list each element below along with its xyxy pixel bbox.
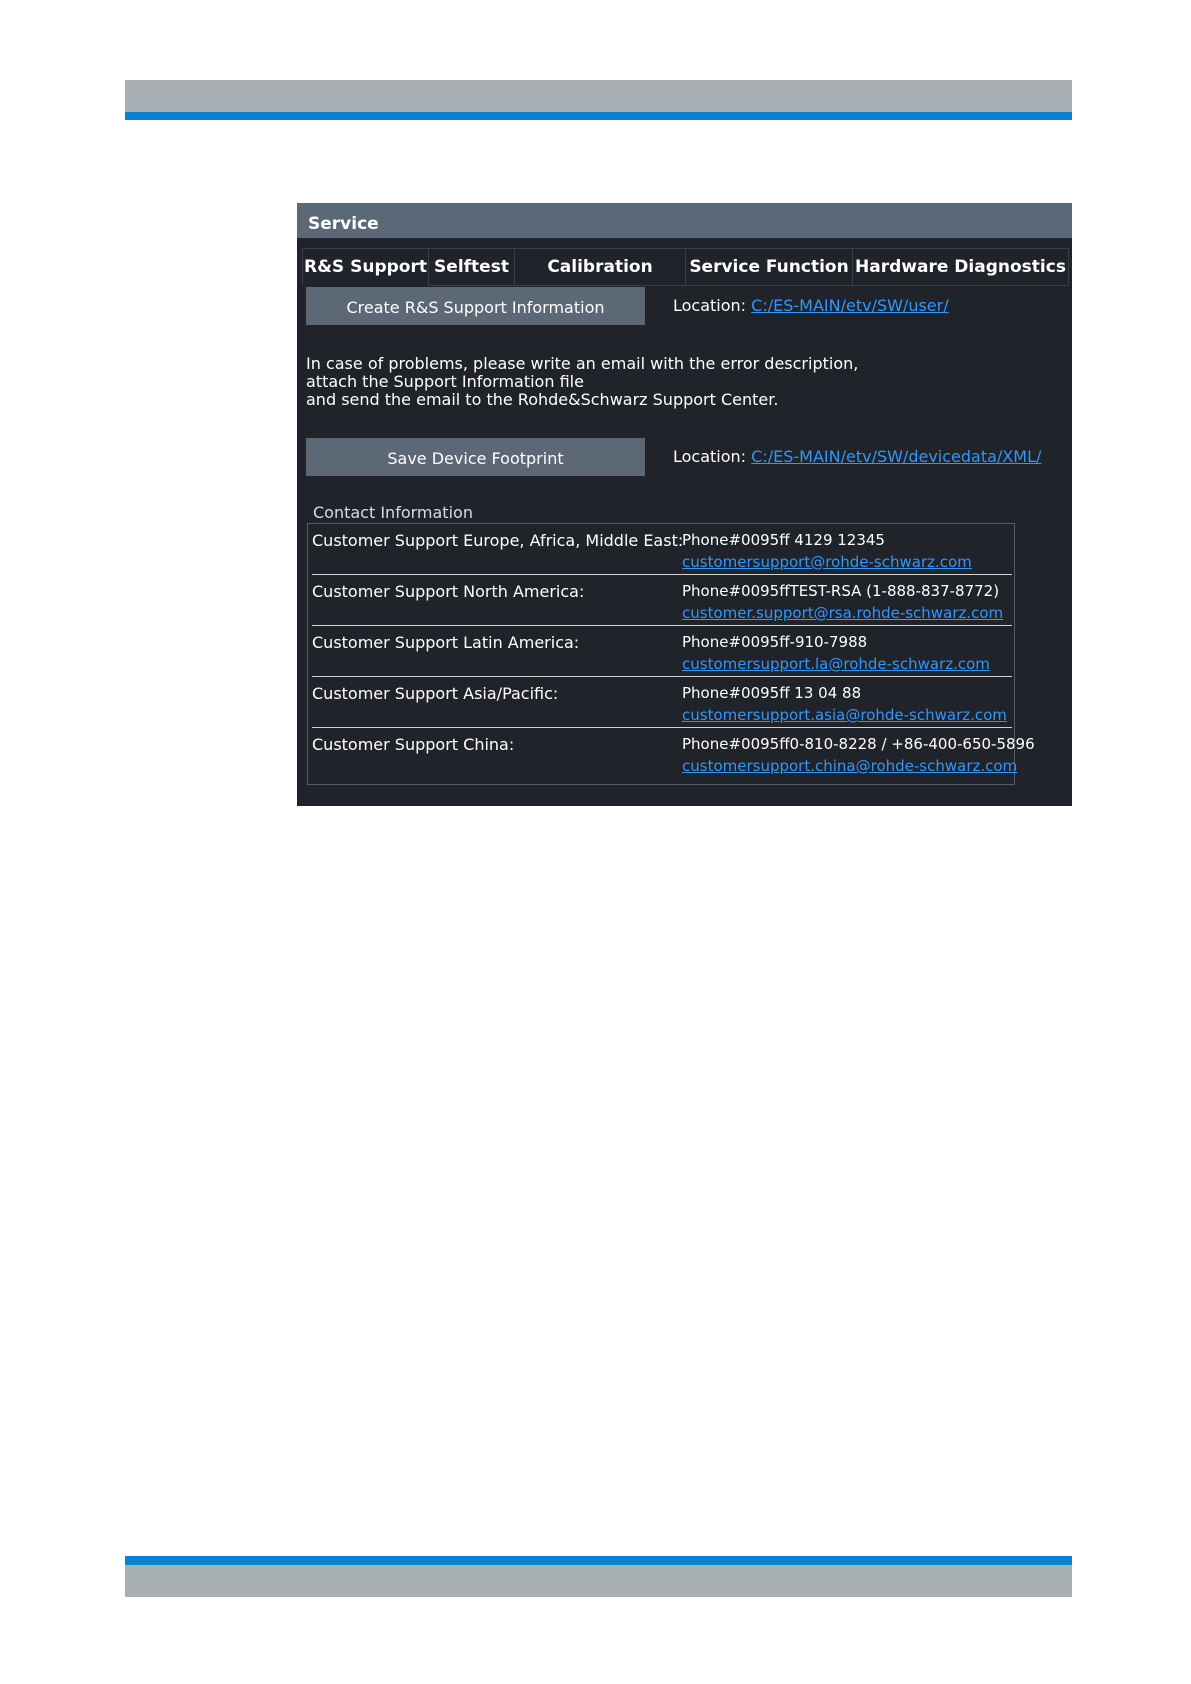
save-device-footprint-button[interactable]: Save Device Footprint (306, 438, 645, 476)
contact-region: Customer Support Asia/Pacific: (312, 684, 559, 703)
contact-phone: Phone#0095ff-910-7988 (682, 633, 868, 651)
contact-region: Customer Support Latin America: (312, 633, 580, 652)
contact-email-link[interactable]: customersupport.china@rohde-schwarz.com (682, 757, 1017, 775)
contact-phone: Phone#0095ffTEST-RSA (1-888-837-8772) (682, 582, 1000, 600)
location-label: Location: (673, 447, 747, 466)
contact-information-heading: Contact Information (313, 503, 473, 522)
page-header-band (125, 80, 1072, 112)
footprint-location-link[interactable]: C:/ES-MAIN/etv/SW/devicedata/XML/ (751, 447, 1041, 466)
contact-row: Customer Support Latin America: Phone#00… (312, 626, 1012, 677)
create-location-link[interactable]: C:/ES-MAIN/etv/SW/user/ (751, 296, 948, 315)
support-instructions: In case of problems, please write an ema… (306, 355, 858, 409)
contact-row: Customer Support Europe, Africa, Middle … (312, 524, 1012, 575)
contact-email-link[interactable]: customersupport.la@rohde-schwarz.com (682, 655, 990, 673)
contact-phone: Phone#0095ff0-810-8228 / +86-400-650-589… (682, 735, 1035, 753)
create-location: Location: C:/ES-MAIN/etv/SW/user/ (673, 296, 949, 315)
tab-rs-support[interactable]: R&S Support (302, 248, 429, 286)
dialog-title: Service (308, 214, 379, 234)
dialog-titlebar: Service (297, 203, 1072, 238)
contact-row: Customer Support North America: Phone#00… (312, 575, 1012, 626)
contact-region: Customer Support China: (312, 735, 515, 754)
contact-region: Customer Support North America: (312, 582, 585, 601)
instruction-line: attach the Support Information file (306, 372, 584, 391)
page-header-accent-line (125, 112, 1072, 120)
contact-phone: Phone#0095ff 4129 12345 (682, 531, 885, 549)
contact-email-link[interactable]: customersupport@rohde-schwarz.com (682, 553, 972, 571)
contact-information-table: Customer Support Europe, Africa, Middle … (307, 523, 1035, 785)
footprint-location: Location: C:/ES-MAIN/etv/SW/devicedata/X… (673, 447, 1041, 466)
instruction-line: In case of problems, please write an ema… (306, 354, 859, 373)
contact-email-link[interactable]: customersupport.asia@rohde-schwarz.com (682, 706, 1007, 724)
tab-service-function[interactable]: Service Function (685, 248, 853, 286)
page-footer-band (125, 1565, 1072, 1597)
contact-row: Customer Support Asia/Pacific: Phone#009… (312, 677, 1012, 728)
contact-phone: Phone#0095ff 13 04 88 (682, 684, 862, 702)
page-footer-accent-line (125, 1556, 1072, 1565)
create-support-info-button[interactable]: Create R&S Support Information (306, 287, 645, 325)
instruction-line: and send the email to the Rohde&Schwarz … (306, 390, 779, 409)
tab-calibration-signal[interactable]: Calibration Signal (514, 248, 686, 313)
contact-row: Customer Support China: Phone#0095ff0-81… (312, 728, 1035, 778)
contact-email-link[interactable]: customer.support@rsa.rohde-schwarz.com (682, 604, 1003, 622)
tab-hardware-diagnostics[interactable]: Hardware Diagnostics (852, 248, 1069, 286)
service-dialog: Service R&S Support Selftest Calibration… (297, 203, 1072, 806)
location-label: Location: (673, 296, 747, 315)
tab-selftest[interactable]: Selftest (428, 248, 515, 286)
contact-region: Customer Support Europe, Africa, Middle … (312, 531, 684, 550)
